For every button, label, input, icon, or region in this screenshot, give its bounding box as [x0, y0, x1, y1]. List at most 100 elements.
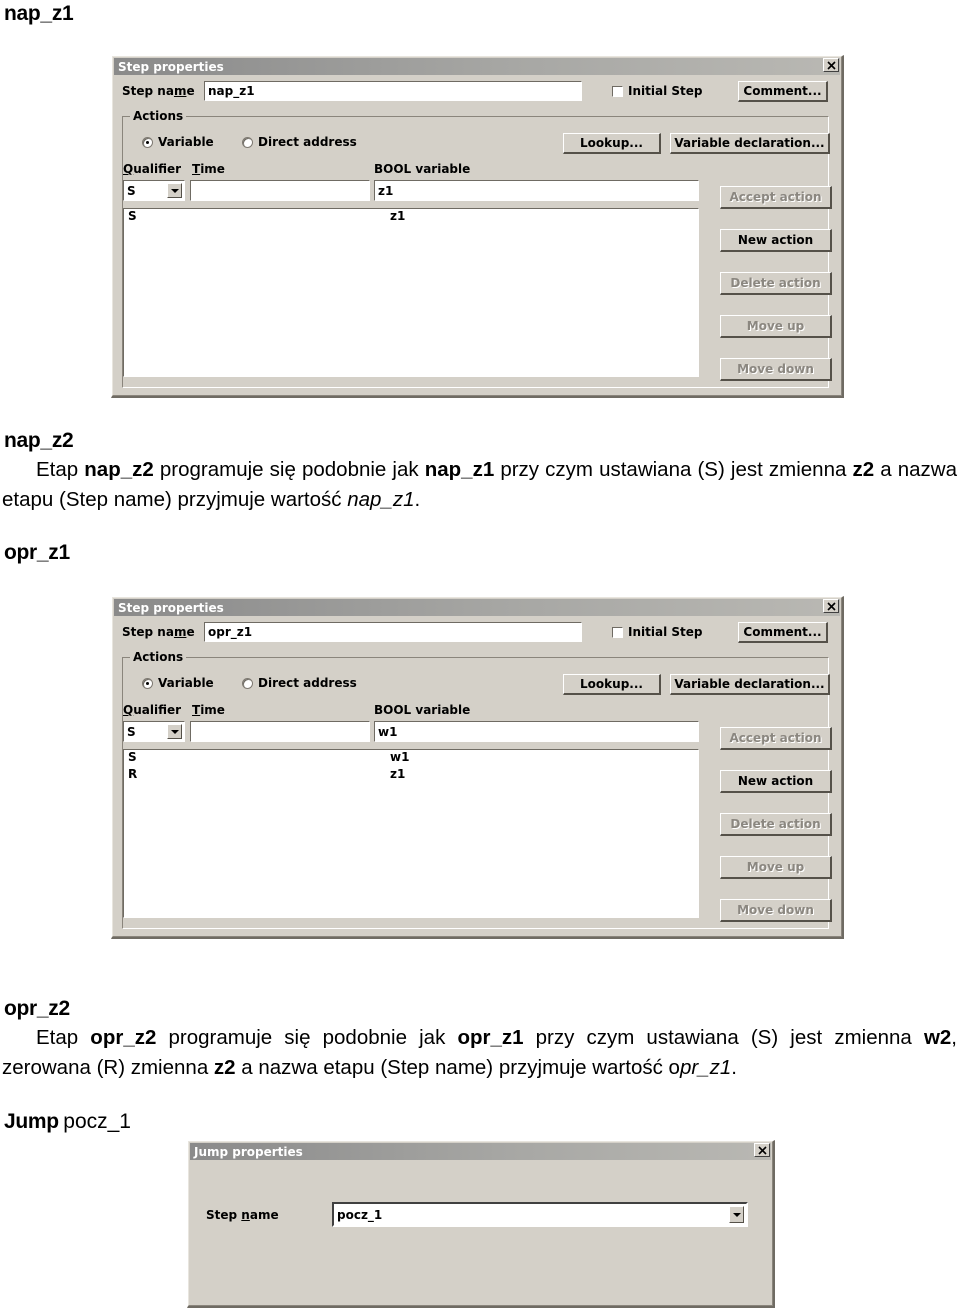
radio-dot-icon	[142, 136, 153, 148]
step-name-label-head: Step	[206, 1208, 242, 1222]
initial-step-checkbox[interactable]: Initial Step	[612, 625, 702, 639]
heading-nap-z2: nap_z2	[4, 429, 74, 452]
action-list-row[interactable]: Rz1	[124, 767, 698, 784]
para-bold: z2	[213, 1056, 236, 1079]
dialog-titlebar[interactable]: Step properties	[114, 58, 840, 75]
new-action-button[interactable]: New action	[720, 229, 832, 252]
jump-step-name-combo[interactable]: pocz_1	[332, 1202, 748, 1227]
move-up-button: Move up	[720, 315, 832, 338]
paragraph-opr-z2: Etap opr_z2 programuje się podobnie jak …	[2, 1023, 957, 1083]
action-button-column: Accept action New action Delete action Move…	[720, 727, 832, 922]
para-text: a nazwa etapu (Step name) przyjmuje wart…	[235, 1056, 680, 1079]
bool-variable-input[interactable]: w1	[374, 721, 699, 742]
heading-jump-target: pocz_1	[63, 1110, 131, 1133]
close-icon[interactable]	[823, 58, 839, 72]
qualifier-value: S	[127, 724, 136, 739]
chevron-down-icon[interactable]	[167, 724, 182, 739]
time-input[interactable]	[190, 721, 370, 742]
comment-button[interactable]: Comment...	[738, 81, 828, 102]
initial-step-checkbox[interactable]: Initial Step	[612, 84, 702, 98]
step-properties-dialog-opr-z1: Step properties Step name opr_z1 Initial…	[111, 596, 844, 939]
dialog-title: Step properties	[118, 59, 224, 74]
step-name-value: opr_z1	[208, 625, 253, 639]
chevron-down-icon[interactable]	[729, 1206, 744, 1223]
step-name-label-tail: e	[186, 625, 195, 639]
action-list[interactable]: Sz1	[123, 208, 699, 377]
action-variable: z1	[390, 767, 406, 781]
lookup-button[interactable]: Lookup...	[563, 674, 661, 695]
radio-direct-address-label: Direct address	[258, 135, 357, 149]
step-name-label-head: Step na	[122, 84, 174, 98]
lookup-button[interactable]: Lookup...	[563, 133, 661, 154]
radio-direct-address-label: Direct address	[258, 676, 357, 690]
qualifier-label: Qualifier	[123, 162, 181, 176]
new-action-button[interactable]: New action	[720, 770, 832, 793]
para-text: Etap	[36, 1026, 91, 1049]
step-name-input[interactable]: opr_z1	[204, 622, 582, 642]
radio-variable[interactable]: Variable	[142, 676, 214, 690]
move-up-button: Move up	[720, 856, 832, 879]
para-italic: pr_z1	[679, 1056, 732, 1079]
para-text: przy czym ustawiana (S) jest zmienna	[494, 458, 853, 481]
para-bold: z2	[852, 458, 875, 481]
dialog-title: Jump properties	[194, 1144, 303, 1159]
heading-jump: Jump pocz_1	[4, 1110, 131, 1134]
variable-declaration-button[interactable]: Variable declaration...	[670, 133, 830, 154]
radio-dot-icon	[242, 136, 253, 148]
qualifier-combo[interactable]: S	[123, 180, 185, 201]
action-list[interactable]: Sw1 Rz1	[123, 749, 699, 918]
para-text: programuje się podobnie jak	[153, 458, 425, 481]
dialog-titlebar[interactable]: Jump properties	[190, 1143, 771, 1160]
para-bold: w2	[923, 1026, 952, 1049]
action-button-column: Accept action New action Delete action Move…	[720, 186, 832, 381]
move-down-button: Move down	[720, 899, 832, 922]
qualifier-label-tail: ualifier	[133, 162, 182, 176]
chevron-down-icon[interactable]	[167, 183, 182, 198]
step-name-label-head: Step na	[122, 625, 174, 639]
action-list-row[interactable]: Sw1	[124, 750, 698, 767]
bool-variable-label: BOOL variable	[374, 703, 471, 717]
step-name-label-tail: ame	[249, 1208, 279, 1222]
heading-nap-z1: nap_z1	[4, 2, 74, 25]
bool-variable-input[interactable]: z1	[374, 180, 699, 201]
action-variable: z1	[390, 209, 406, 223]
para-bold: opr_z1	[457, 1026, 524, 1049]
time-label-mnemonic: T	[192, 703, 201, 717]
radio-variable-label: Variable	[158, 135, 214, 149]
qualifier-combo[interactable]: S	[123, 721, 185, 742]
time-label-mnemonic: T	[192, 162, 201, 176]
step-name-label-mnemonic: n	[241, 1208, 250, 1222]
delete-action-button: Delete action	[720, 813, 832, 836]
step-name-label-mnemonic: m	[173, 625, 187, 639]
heading-opr-z2: opr_z2	[4, 997, 70, 1020]
variable-declaration-button[interactable]: Variable declaration...	[670, 674, 830, 695]
radio-dot-icon	[242, 677, 253, 689]
jump-properties-dialog: Jump properties Step name pocz_1	[187, 1140, 775, 1308]
dialog-title: Step properties	[118, 600, 224, 615]
radio-dot-icon	[142, 677, 153, 689]
close-icon[interactable]	[754, 1143, 770, 1157]
qualifier-label-tail: ualifier	[133, 703, 182, 717]
radio-variable[interactable]: Variable	[142, 135, 214, 149]
initial-step-label: Initial Step	[628, 84, 703, 98]
delete-action-button: Delete action	[720, 272, 832, 295]
paragraph-nap-z2: Etap nap_z2 programuje się podobnie jak …	[2, 455, 957, 515]
checkbox-box-icon	[612, 85, 623, 97]
close-icon[interactable]	[823, 599, 839, 613]
radio-direct-address[interactable]: Direct address	[242, 676, 357, 690]
radio-direct-address[interactable]: Direct address	[242, 135, 357, 149]
radio-variable-label: Variable	[158, 676, 214, 690]
step-name-label: Step name	[206, 1208, 279, 1222]
step-name-input[interactable]: nap_z1	[204, 81, 582, 101]
dialog-titlebar[interactable]: Step properties	[114, 599, 840, 616]
action-qualifier: S	[128, 750, 137, 764]
para-text: programuje się podobnie jak	[156, 1026, 458, 1049]
action-list-row[interactable]: Sz1	[124, 209, 698, 226]
time-input[interactable]	[190, 180, 370, 201]
comment-button[interactable]: Comment...	[738, 622, 828, 643]
step-name-label-mnemonic: m	[173, 84, 187, 98]
para-bold: nap_z2	[84, 458, 154, 481]
qualifier-label-mnemonic: Q	[123, 162, 134, 176]
step-name-label: Step name	[122, 84, 195, 98]
para-bold: nap_z1	[424, 458, 495, 481]
